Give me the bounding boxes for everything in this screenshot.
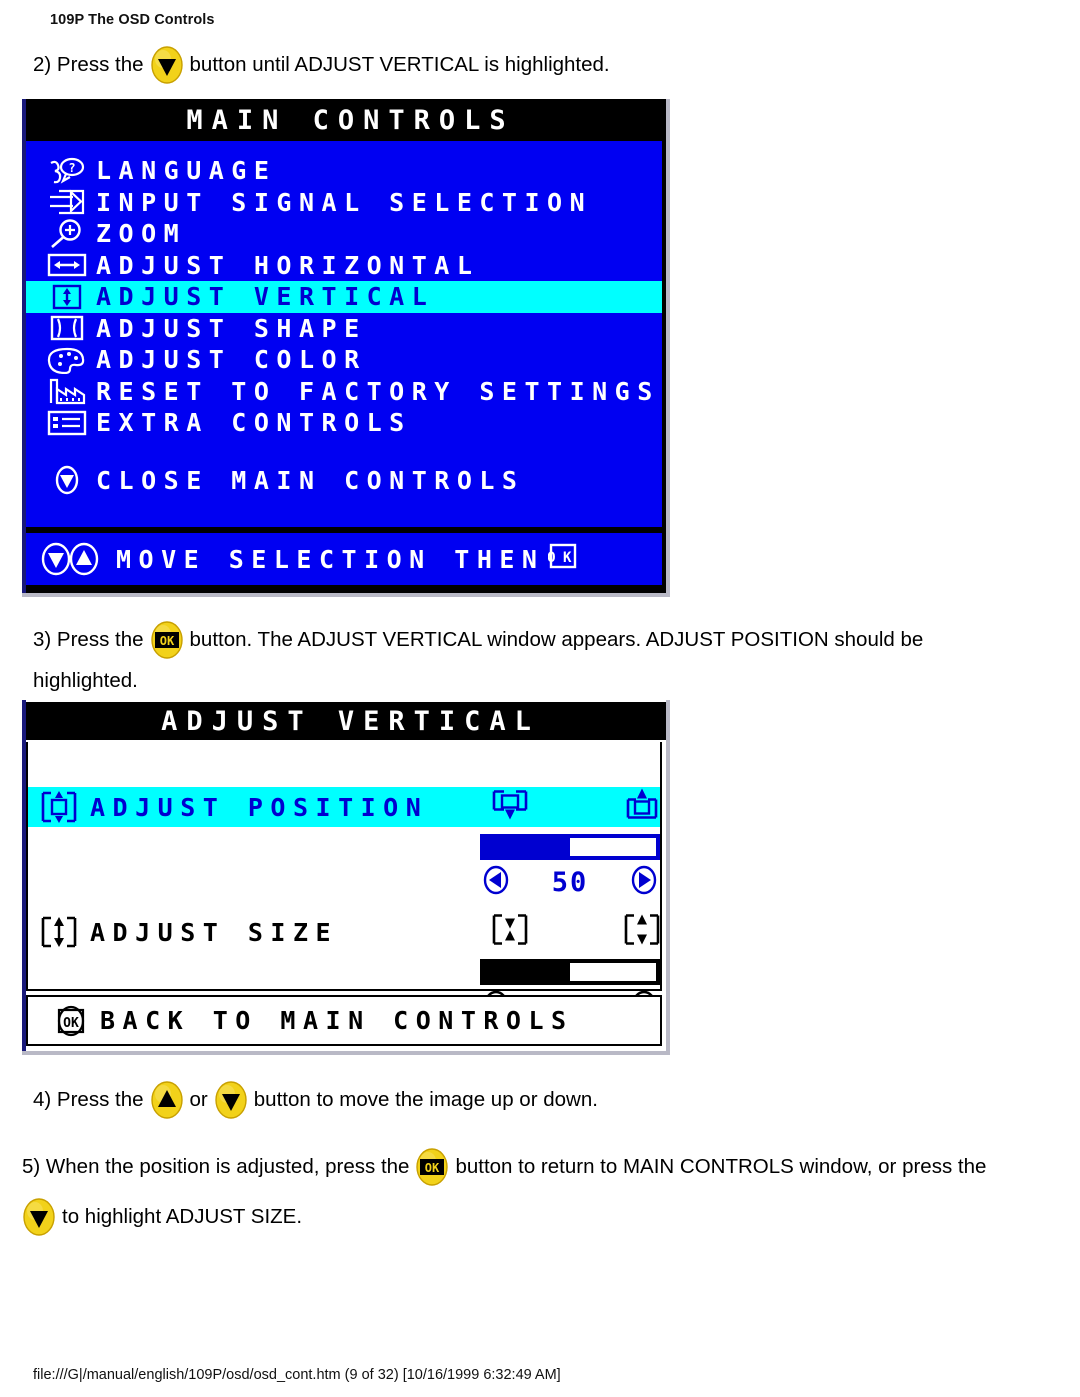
svg-text:OK: OK — [425, 1161, 440, 1175]
osd-adjust-vertical-title-bar: ADJUST VERTICAL — [26, 702, 666, 740]
row-adjust-size[interactable]: ADJUST SIZE — [28, 912, 660, 952]
osd-main-controls-window: MAIN CONTROLS ? LANGUAGE INPUT SIGNAL SE… — [22, 99, 670, 597]
expand-vertical-icon[interactable] — [620, 913, 664, 952]
step-4-text-pre: 4) Press the — [33, 1088, 144, 1111]
step-2-text-post: button until ADJUST VERTICAL is highligh… — [189, 53, 610, 76]
down-arrow-button-icon[interactable] — [22, 1197, 56, 1237]
move-selection-arrow-icons — [26, 542, 116, 576]
menu-item-adjust-shape[interactable]: ADJUST SHAPE — [26, 313, 662, 345]
page: 109P The OSD Controls 2) Press the butto… — [0, 0, 1080, 1397]
step-5-paragraph: 5) When the position is adjusted, press … — [22, 1147, 986, 1237]
step-5-text-post: button to return to MAIN CONTROLS window… — [455, 1155, 987, 1178]
menu-item-close-main-controls[interactable]: CLOSE MAIN CONTROLS — [26, 465, 662, 497]
zoom-icon — [44, 219, 90, 249]
row-label: ADJUST POSITION — [90, 792, 429, 822]
adjust-position-value: 50 — [551, 866, 589, 898]
osd-main-title-bar: MAIN CONTROLS — [26, 101, 666, 139]
menu-item-adjust-horizontal[interactable]: ADJUST HORIZONTAL — [26, 250, 662, 282]
slider-fill — [484, 838, 570, 856]
adjust-vertical-icon — [44, 284, 90, 310]
step-5-text-line2: to highlight ADJUST SIZE. — [62, 1205, 303, 1228]
up-arrow-button-icon[interactable] — [150, 1080, 184, 1120]
menu-item-reset-to-factory-settings[interactable]: RESET TO FACTORY SETTINGS — [26, 376, 662, 408]
adjust-size-slider[interactable] — [480, 959, 660, 985]
menu-item-label: ADJUST HORIZONTAL — [96, 250, 480, 280]
down-arrow-button-icon[interactable] — [150, 45, 184, 85]
osd-main-title: MAIN CONTROLS — [186, 104, 515, 136]
svg-text:OK: OK — [63, 1016, 79, 1031]
adjust-shape-icon — [44, 315, 90, 341]
menu-item-language[interactable]: ? LANGUAGE — [26, 155, 662, 187]
slider-fill — [484, 963, 570, 981]
step-2-paragraph: 2) Press the button until ADJUST VERTICA… — [33, 45, 610, 85]
step-4-paragraph: 4) Press the or button to move the image… — [33, 1080, 598, 1120]
ok-button-icon[interactable]: OK — [415, 1147, 449, 1187]
osd-main-menu-list: ? LANGUAGE INPUT SIGNAL SELECTION ZOOM A… — [26, 141, 662, 527]
ok-button-icon[interactable]: OK — [150, 620, 184, 660]
menu-item-label: CLOSE MAIN CONTROLS — [96, 465, 525, 495]
adjust-color-icon — [44, 346, 90, 374]
input-signal-icon — [44, 188, 90, 216]
svg-text:?: ? — [68, 161, 75, 175]
move-up-icon[interactable] — [620, 788, 664, 827]
extra-controls-icon — [44, 410, 90, 436]
step-3-text-post: button. The ADJUST VERTICAL window appea… — [189, 628, 924, 651]
step-4-text-post: button to move the image up or down. — [253, 1088, 598, 1111]
adjust-size-icon — [28, 915, 90, 949]
osd-adjust-vertical-title: ADJUST VERTICAL — [161, 705, 540, 737]
svg-text:OK: OK — [548, 550, 578, 566]
adjust-position-slider[interactable] — [480, 834, 660, 860]
osd-main-hint-bar: MOVE SELECTION THEN OK — [26, 533, 662, 585]
step-3-text-line2: highlighted. — [33, 669, 138, 692]
menu-item-adjust-vertical[interactable]: ADJUST VERTICAL — [26, 281, 662, 313]
osd-main-hint-label: MOVE SELECTION THEN OK — [116, 541, 578, 577]
menu-item-label: RESET TO FACTORY SETTINGS — [96, 376, 660, 406]
factory-reset-icon — [44, 377, 90, 405]
row-label: ADJUST SIZE — [90, 917, 339, 947]
step-3-text-pre: 3) Press the — [33, 628, 144, 651]
close-down-arrow-icon — [44, 465, 90, 495]
svg-text:OK: OK — [159, 634, 174, 648]
page-title: 109P The OSD Controls — [50, 12, 215, 28]
language-icon: ? — [44, 157, 90, 185]
shrink-vertical-icon[interactable] — [488, 913, 532, 952]
adjust-position-icon — [28, 790, 90, 824]
back-to-main-controls-label: BACK TO MAIN CONTROLS — [100, 1006, 574, 1035]
down-arrow-button-icon[interactable] — [214, 1080, 248, 1120]
step-4-text-mid: or — [189, 1088, 208, 1111]
menu-item-label: LANGUAGE — [96, 156, 277, 186]
menu-item-adjust-color[interactable]: ADJUST COLOR — [26, 344, 662, 376]
adjust-horizontal-icon — [44, 252, 90, 278]
menu-item-label: INPUT SIGNAL SELECTION — [96, 187, 593, 217]
step-5-text-pre: 5) When the position is adjusted, press … — [22, 1155, 410, 1178]
menu-item-label: ADJUST COLOR — [96, 345, 367, 375]
osd-adjust-vertical-body: ADJUST POSITION 50 ADJUST SIZE — [26, 742, 662, 1023]
move-down-icon[interactable] — [488, 788, 532, 827]
step-3-paragraph: 3) Press the OK button. The ADJUST VERTI… — [33, 620, 923, 696]
row-adjust-position[interactable]: ADJUST POSITION — [28, 787, 660, 827]
menu-item-zoom[interactable]: ZOOM — [26, 218, 662, 250]
hint-text: MOVE SELECTION THEN — [116, 544, 545, 574]
menu-item-label: ZOOM — [96, 219, 187, 249]
menu-item-label: EXTRA CONTROLS — [96, 408, 412, 438]
ok-icon: OK — [548, 541, 578, 577]
osd-adjust-vertical-footer[interactable]: OK BACK TO MAIN CONTROLS — [26, 995, 662, 1046]
menu-item-label: ADJUST SHAPE — [96, 313, 367, 343]
increase-arrow-icon[interactable] — [628, 864, 660, 901]
adjust-position-value-row: 50 — [480, 864, 660, 900]
step-2-text-pre: 2) Press the — [33, 53, 144, 76]
menu-item-input-signal-selection[interactable]: INPUT SIGNAL SELECTION — [26, 187, 662, 219]
menu-item-extra-controls[interactable]: EXTRA CONTROLS — [26, 407, 662, 439]
menu-item-label: ADJUST VERTICAL — [96, 282, 435, 312]
ok-icon: OK — [28, 1005, 100, 1037]
osd-adjust-vertical-window: ADJUST VERTICAL ADJUST POSITION 50 ADJUS… — [22, 700, 670, 1055]
page-footer: file:///G|/manual/english/109P/osd/osd_c… — [33, 1367, 561, 1383]
decrease-arrow-icon[interactable] — [480, 864, 512, 901]
